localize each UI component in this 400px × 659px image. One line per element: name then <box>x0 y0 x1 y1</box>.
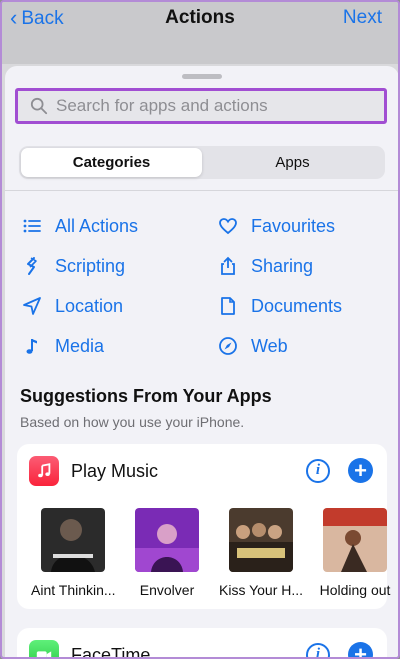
list-icon <box>21 215 43 237</box>
album-item[interactable]: Aint Thinkin... <box>31 508 115 598</box>
album-art <box>229 508 293 572</box>
facetime-app-icon <box>29 640 59 657</box>
tab-categories[interactable]: Categories <box>21 148 202 177</box>
category-label: Scripting <box>55 255 126 276</box>
add-button[interactable]: + <box>348 641 373 659</box>
album-art <box>41 508 105 572</box>
scripting-icon <box>21 255 43 277</box>
category-label: Documents <box>251 295 343 316</box>
album-title: Aint Thinkin... <box>31 582 115 598</box>
info-icon: i <box>315 646 321 659</box>
album-art <box>135 508 199 572</box>
album-art <box>323 508 387 572</box>
info-button[interactable]: i <box>306 642 330 659</box>
category-label: All Actions <box>55 215 139 236</box>
category-grid: All Actions Favourites Scripting Sharing <box>21 206 381 366</box>
category-label: Media <box>55 335 105 356</box>
album-title: Kiss Your H... <box>219 582 303 598</box>
category-documents[interactable]: Documents <box>217 286 381 326</box>
heart-icon <box>217 215 239 237</box>
info-icon: i <box>315 462 321 478</box>
category-media[interactable]: Media <box>21 326 217 366</box>
app-header[interactable]: Play Music <box>29 456 158 486</box>
tab-apps[interactable]: Apps <box>202 148 383 177</box>
search-field[interactable] <box>15 88 387 124</box>
add-button[interactable]: + <box>348 458 373 483</box>
album-list: Aint Thinkin... Envolver Kiss Your H... <box>31 508 398 598</box>
category-label: Location <box>55 295 124 316</box>
plus-icon: + <box>354 457 367 483</box>
album-item[interactable]: Kiss Your H... <box>219 508 303 598</box>
search-icon <box>30 97 48 115</box>
category-label: Sharing <box>251 255 314 276</box>
music-note-icon <box>21 335 43 357</box>
category-scripting[interactable]: Scripting <box>21 246 217 286</box>
category-favourites[interactable]: Favourites <box>217 206 381 246</box>
app-suggestion-card: Play Music i + Aint Thinkin... Envolver <box>17 444 390 609</box>
page-title: Actions <box>165 7 235 28</box>
music-app-icon <box>29 456 59 486</box>
category-label: Favourites <box>251 215 336 236</box>
category-label: Web <box>251 335 288 356</box>
card-actions: i + <box>306 458 373 483</box>
album-title: Holding out <box>319 582 391 598</box>
share-icon <box>217 255 239 277</box>
next-button[interactable]: Next <box>343 7 382 29</box>
document-icon <box>217 295 239 317</box>
navigation-bar: ‹ Back Actions Next <box>2 2 398 64</box>
category-sharing[interactable]: Sharing <box>217 246 381 286</box>
suggestions-subtitle: Based on how you use your iPhone. <box>20 414 245 430</box>
plus-icon: + <box>354 641 367 659</box>
album-title: Envolver <box>139 582 195 598</box>
location-arrow-icon <box>21 295 43 317</box>
sheet-grabber[interactable] <box>182 74 222 79</box>
app-name: Play Music <box>71 460 159 481</box>
category-location[interactable]: Location <box>21 286 217 326</box>
compass-icon <box>217 335 239 357</box>
actions-sheet: Categories Apps All Actions Favourites <box>5 66 398 659</box>
search-input[interactable] <box>56 96 366 116</box>
segmented-control: Categories Apps <box>19 146 385 179</box>
album-item[interactable]: Envolver <box>125 508 209 598</box>
app-suggestion-card: FaceTime i + <box>17 628 387 659</box>
screen: ‹ Back Actions Next Categories Apps All <box>0 0 400 659</box>
info-button[interactable]: i <box>306 458 330 483</box>
suggestions-heading: Suggestions From Your Apps <box>20 386 272 406</box>
app-name: FaceTime <box>71 644 151 659</box>
category-all-actions[interactable]: All Actions <box>21 206 217 246</box>
category-web[interactable]: Web <box>217 326 381 366</box>
divider <box>5 190 398 191</box>
app-header[interactable]: FaceTime <box>29 640 151 659</box>
album-item[interactable]: Holding out <box>313 508 397 598</box>
card-actions: i + <box>306 641 373 659</box>
